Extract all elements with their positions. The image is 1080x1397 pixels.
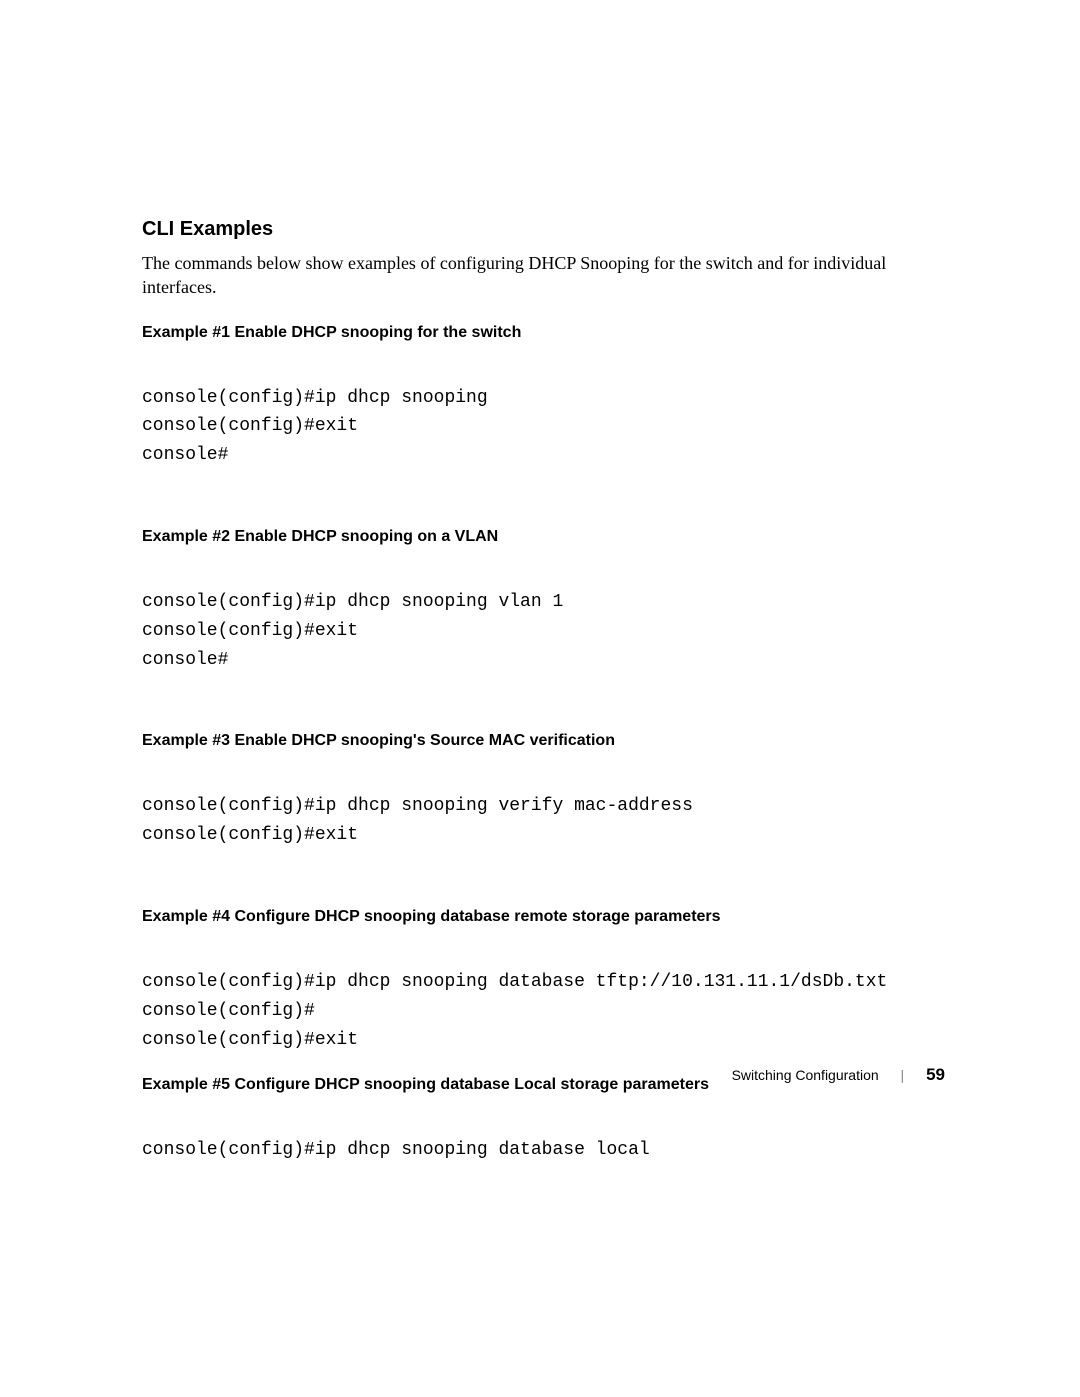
example-2-code: console(config)#ip dhcp snooping vlan 1 … (142, 588, 942, 674)
intro-text: The commands below show examples of conf… (142, 251, 942, 300)
footer-separator: | (901, 1067, 905, 1083)
example-3-code: console(config)#ip dhcp snooping verify … (142, 792, 942, 850)
example-5-code: console(config)#ip dhcp snooping databas… (142, 1136, 942, 1165)
example-4-title: Example #4 Configure DHCP snooping datab… (142, 908, 942, 926)
footer-page-number: 59 (926, 1065, 945, 1084)
page-footer: Switching Configuration | 59 (732, 1065, 945, 1085)
section-title: CLI Examples (142, 218, 942, 241)
example-3-title: Example #3 Enable DHCP snooping's Source… (142, 732, 942, 750)
example-4-code: console(config)#ip dhcp snooping databas… (142, 968, 942, 1054)
example-1-code: console(config)#ip dhcp snooping console… (142, 384, 942, 470)
example-2-title: Example #2 Enable DHCP snooping on a VLA… (142, 528, 942, 546)
example-1-title: Example #1 Enable DHCP snooping for the … (142, 324, 942, 342)
footer-section: Switching Configuration (732, 1067, 879, 1083)
page-content: CLI Examples The commands below show exa… (142, 218, 942, 1165)
